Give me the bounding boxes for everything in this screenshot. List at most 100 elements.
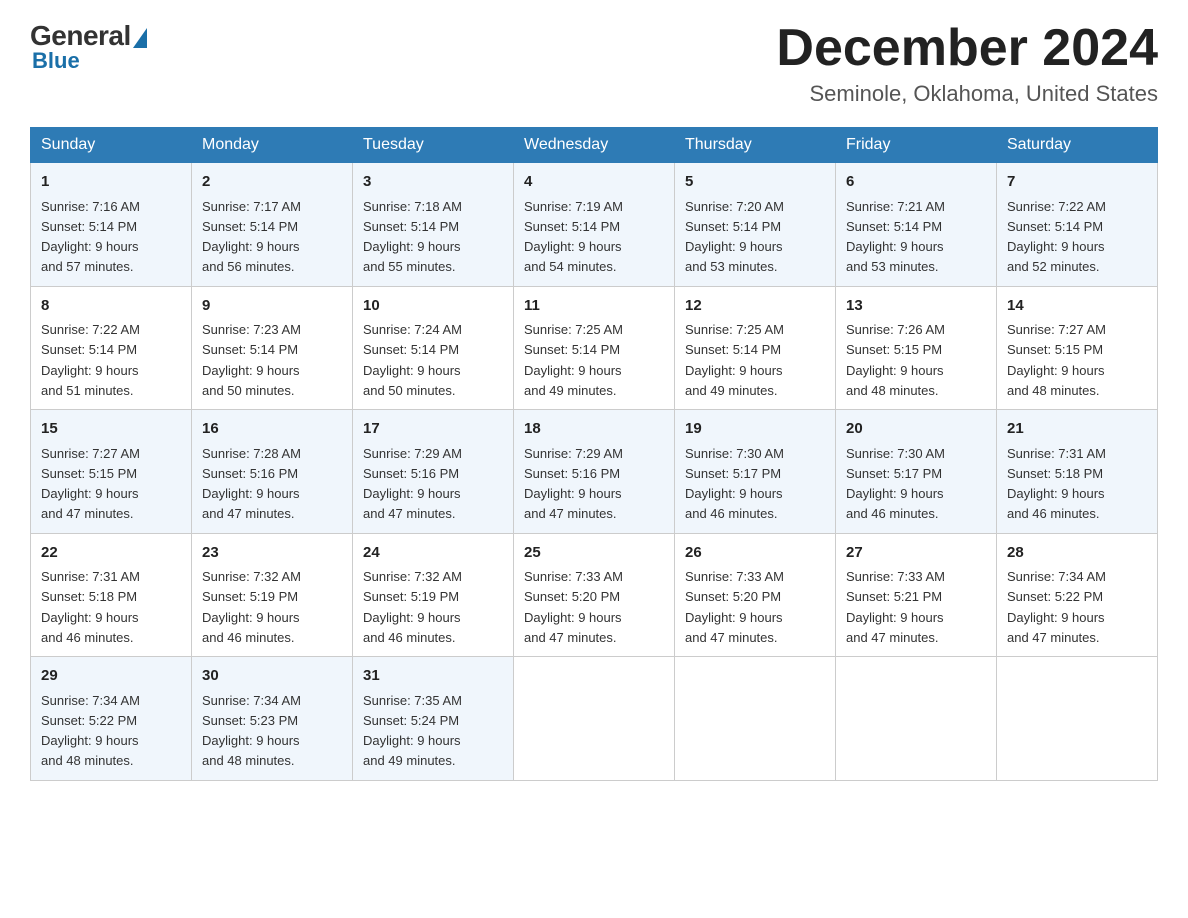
day-info: Sunrise: 7:25 AMSunset: 5:14 PMDaylight:… [685,322,784,398]
day-number: 19 [685,418,825,441]
calendar-day-cell: 11 Sunrise: 7:25 AMSunset: 5:14 PMDaylig… [514,286,675,410]
day-number: 11 [524,295,664,318]
day-info: Sunrise: 7:33 AMSunset: 5:20 PMDaylight:… [524,569,623,645]
calendar-day-cell: 9 Sunrise: 7:23 AMSunset: 5:14 PMDayligh… [192,286,353,410]
location-subtitle: Seminole, Oklahoma, United States [776,81,1158,107]
day-number: 4 [524,171,664,194]
day-info: Sunrise: 7:23 AMSunset: 5:14 PMDaylight:… [202,322,301,398]
day-number: 2 [202,171,342,194]
calendar-day-cell: 15 Sunrise: 7:27 AMSunset: 5:15 PMDaylig… [31,410,192,534]
day-number: 8 [41,295,181,318]
day-info: Sunrise: 7:32 AMSunset: 5:19 PMDaylight:… [363,569,462,645]
calendar-day-cell: 18 Sunrise: 7:29 AMSunset: 5:16 PMDaylig… [514,410,675,534]
day-info: Sunrise: 7:34 AMSunset: 5:22 PMDaylight:… [41,693,140,769]
day-number: 28 [1007,542,1147,565]
day-info: Sunrise: 7:28 AMSunset: 5:16 PMDaylight:… [202,446,301,522]
calendar-day-cell: 26 Sunrise: 7:33 AMSunset: 5:20 PMDaylig… [675,533,836,657]
day-number: 12 [685,295,825,318]
day-number: 21 [1007,418,1147,441]
day-number: 17 [363,418,503,441]
day-number: 10 [363,295,503,318]
day-number: 25 [524,542,664,565]
logo-blue-text: Blue [32,48,80,74]
calendar-week-row: 1 Sunrise: 7:16 AMSunset: 5:14 PMDayligh… [31,163,1158,287]
calendar-day-cell: 31 Sunrise: 7:35 AMSunset: 5:24 PMDaylig… [353,657,514,781]
calendar-day-cell: 21 Sunrise: 7:31 AMSunset: 5:18 PMDaylig… [997,410,1158,534]
day-number: 26 [685,542,825,565]
calendar-day-cell: 20 Sunrise: 7:30 AMSunset: 5:17 PMDaylig… [836,410,997,534]
days-of-week-row: SundayMondayTuesdayWednesdayThursdayFrid… [31,128,1158,163]
day-of-week-header: Thursday [675,128,836,163]
calendar-day-cell [675,657,836,781]
calendar-day-cell: 19 Sunrise: 7:30 AMSunset: 5:17 PMDaylig… [675,410,836,534]
day-info: Sunrise: 7:18 AMSunset: 5:14 PMDaylight:… [363,199,462,275]
page-header: General Blue December 2024 Seminole, Okl… [30,20,1158,107]
day-of-week-header: Friday [836,128,997,163]
calendar-day-cell: 7 Sunrise: 7:22 AMSunset: 5:14 PMDayligh… [997,163,1158,287]
day-info: Sunrise: 7:27 AMSunset: 5:15 PMDaylight:… [1007,322,1106,398]
day-info: Sunrise: 7:30 AMSunset: 5:17 PMDaylight:… [685,446,784,522]
day-number: 15 [41,418,181,441]
day-of-week-header: Saturday [997,128,1158,163]
calendar-day-cell: 12 Sunrise: 7:25 AMSunset: 5:14 PMDaylig… [675,286,836,410]
day-info: Sunrise: 7:34 AMSunset: 5:22 PMDaylight:… [1007,569,1106,645]
day-number: 6 [846,171,986,194]
day-number: 9 [202,295,342,318]
day-number: 16 [202,418,342,441]
day-number: 18 [524,418,664,441]
day-info: Sunrise: 7:29 AMSunset: 5:16 PMDaylight:… [363,446,462,522]
day-number: 29 [41,665,181,688]
calendar-week-row: 22 Sunrise: 7:31 AMSunset: 5:18 PMDaylig… [31,533,1158,657]
day-number: 5 [685,171,825,194]
calendar-day-cell: 28 Sunrise: 7:34 AMSunset: 5:22 PMDaylig… [997,533,1158,657]
day-number: 30 [202,665,342,688]
day-info: Sunrise: 7:27 AMSunset: 5:15 PMDaylight:… [41,446,140,522]
calendar-day-cell: 17 Sunrise: 7:29 AMSunset: 5:16 PMDaylig… [353,410,514,534]
calendar-day-cell: 27 Sunrise: 7:33 AMSunset: 5:21 PMDaylig… [836,533,997,657]
calendar-day-cell: 4 Sunrise: 7:19 AMSunset: 5:14 PMDayligh… [514,163,675,287]
day-number: 23 [202,542,342,565]
day-of-week-header: Sunday [31,128,192,163]
day-info: Sunrise: 7:24 AMSunset: 5:14 PMDaylight:… [363,322,462,398]
calendar-day-cell: 24 Sunrise: 7:32 AMSunset: 5:19 PMDaylig… [353,533,514,657]
calendar-day-cell: 2 Sunrise: 7:17 AMSunset: 5:14 PMDayligh… [192,163,353,287]
calendar-day-cell: 3 Sunrise: 7:18 AMSunset: 5:14 PMDayligh… [353,163,514,287]
day-info: Sunrise: 7:35 AMSunset: 5:24 PMDaylight:… [363,693,462,769]
calendar-day-cell: 10 Sunrise: 7:24 AMSunset: 5:14 PMDaylig… [353,286,514,410]
day-info: Sunrise: 7:33 AMSunset: 5:21 PMDaylight:… [846,569,945,645]
day-info: Sunrise: 7:29 AMSunset: 5:16 PMDaylight:… [524,446,623,522]
calendar-day-cell: 8 Sunrise: 7:22 AMSunset: 5:14 PMDayligh… [31,286,192,410]
calendar-day-cell: 22 Sunrise: 7:31 AMSunset: 5:18 PMDaylig… [31,533,192,657]
day-of-week-header: Tuesday [353,128,514,163]
calendar-day-cell: 14 Sunrise: 7:27 AMSunset: 5:15 PMDaylig… [997,286,1158,410]
day-info: Sunrise: 7:34 AMSunset: 5:23 PMDaylight:… [202,693,301,769]
day-info: Sunrise: 7:31 AMSunset: 5:18 PMDaylight:… [1007,446,1106,522]
calendar-day-cell: 13 Sunrise: 7:26 AMSunset: 5:15 PMDaylig… [836,286,997,410]
title-area: December 2024 Seminole, Oklahoma, United… [776,20,1158,107]
day-info: Sunrise: 7:30 AMSunset: 5:17 PMDaylight:… [846,446,945,522]
calendar-day-cell: 25 Sunrise: 7:33 AMSunset: 5:20 PMDaylig… [514,533,675,657]
day-number: 14 [1007,295,1147,318]
day-number: 27 [846,542,986,565]
day-number: 22 [41,542,181,565]
calendar-day-cell: 23 Sunrise: 7:32 AMSunset: 5:19 PMDaylig… [192,533,353,657]
calendar-day-cell: 16 Sunrise: 7:28 AMSunset: 5:16 PMDaylig… [192,410,353,534]
calendar-day-cell: 30 Sunrise: 7:34 AMSunset: 5:23 PMDaylig… [192,657,353,781]
day-info: Sunrise: 7:26 AMSunset: 5:15 PMDaylight:… [846,322,945,398]
day-number: 13 [846,295,986,318]
calendar-day-cell: 29 Sunrise: 7:34 AMSunset: 5:22 PMDaylig… [31,657,192,781]
day-info: Sunrise: 7:31 AMSunset: 5:18 PMDaylight:… [41,569,140,645]
calendar-week-row: 29 Sunrise: 7:34 AMSunset: 5:22 PMDaylig… [31,657,1158,781]
day-info: Sunrise: 7:17 AMSunset: 5:14 PMDaylight:… [202,199,301,275]
day-number: 24 [363,542,503,565]
day-of-week-header: Wednesday [514,128,675,163]
day-info: Sunrise: 7:16 AMSunset: 5:14 PMDaylight:… [41,199,140,275]
calendar-week-row: 15 Sunrise: 7:27 AMSunset: 5:15 PMDaylig… [31,410,1158,534]
day-number: 1 [41,171,181,194]
calendar-week-row: 8 Sunrise: 7:22 AMSunset: 5:14 PMDayligh… [31,286,1158,410]
day-number: 7 [1007,171,1147,194]
day-info: Sunrise: 7:33 AMSunset: 5:20 PMDaylight:… [685,569,784,645]
calendar-day-cell: 1 Sunrise: 7:16 AMSunset: 5:14 PMDayligh… [31,163,192,287]
day-of-week-header: Monday [192,128,353,163]
day-info: Sunrise: 7:32 AMSunset: 5:19 PMDaylight:… [202,569,301,645]
